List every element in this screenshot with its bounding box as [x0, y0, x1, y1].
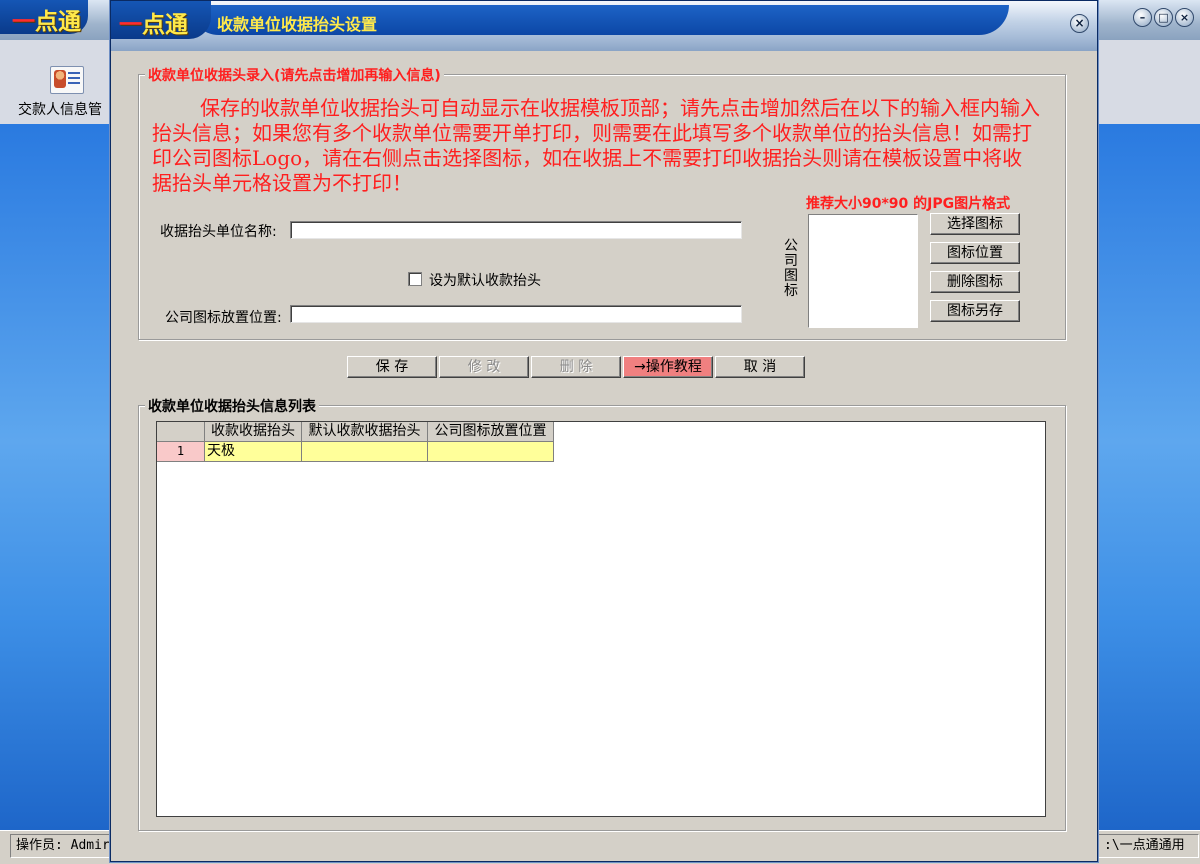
status-operator: 操作员: Admir [10, 834, 111, 858]
save-button[interactable]: 保 存 [347, 356, 437, 378]
dialog-brand-text: 一点通 [119, 5, 188, 39]
restore-icon[interactable]: □ [1154, 8, 1173, 27]
person-card-icon[interactable] [50, 66, 84, 94]
logo-position-button[interactable]: 图标位置 [930, 242, 1020, 264]
delete-logo-button[interactable]: 删除图标 [930, 271, 1020, 293]
list-group-legend: 收款单位收据抬头信息列表 [145, 396, 319, 416]
intro-text: 保存的收款单位收据抬头可自动显示在收据模板顶部；请先点击增加然后在以下的输入框内… [152, 96, 1040, 195]
grid-header-default[interactable]: 默认收款收据抬头 [302, 422, 428, 442]
logo-position-input[interactable] [290, 305, 742, 323]
close-icon[interactable]: × [1070, 14, 1089, 33]
status-path: :\一点通通用 [1098, 834, 1199, 858]
table-cell-logo-position[interactable] [428, 442, 554, 462]
tutorial-button[interactable]: →操作教程 [623, 356, 713, 378]
main-brand-text: 一点通 [12, 2, 81, 36]
logo-label: 公司图标 [784, 238, 798, 299]
name-label: 收据抬头单位名称: [160, 224, 277, 240]
default-checkbox-label[interactable]: 设为默认收款抬头 [429, 270, 541, 290]
table-cell-default[interactable] [302, 442, 428, 462]
close-icon[interactable]: × [1175, 8, 1194, 27]
main-window-controls: – □ × [1133, 8, 1194, 27]
logo-position-label: 公司图标放置位置: [165, 310, 282, 326]
dialog-title-bar[interactable]: 一点通 收款单位收据抬头设置 × [111, 1, 1097, 51]
delete-button[interactable]: 删 除 [531, 356, 621, 378]
table-cell-header[interactable]: 天极 [205, 442, 302, 462]
grid-header-rownum [157, 422, 205, 442]
modify-button[interactable]: 修 改 [439, 356, 529, 378]
select-logo-button[interactable]: 选择图标 [930, 213, 1020, 235]
brand-yellow-text: 点通 [35, 9, 81, 35]
dialog-brand-logo: 一点通 [111, 1, 211, 39]
cancel-button[interactable]: 取 消 [715, 356, 805, 378]
dialog-title: 收款单位收据抬头设置 [217, 15, 378, 34]
grid-header-logo-position[interactable]: 公司图标放置位置 [428, 422, 554, 442]
brand-red-text: 一 [12, 9, 35, 35]
logo-preview[interactable] [808, 214, 918, 328]
name-input[interactable] [290, 221, 742, 239]
header-list-grid[interactable]: 收款收据抬头 默认收款收据抬头 公司图标放置位置 1 天极 [156, 421, 1046, 817]
grid-header-receipt-header[interactable]: 收款收据抬头 [205, 422, 302, 442]
entry-group-legend: 收款单位收据头录入(请先点击增加再输入信息) [145, 65, 444, 85]
logo-size-hint: 推荐大小90*90 的JPG图片格式 [806, 196, 1011, 212]
minimize-icon[interactable]: – [1133, 8, 1152, 27]
brand-red-text: 一 [119, 12, 142, 38]
save-logo-as-button[interactable]: 图标另存 [930, 300, 1020, 322]
table-row-number[interactable]: 1 [157, 442, 205, 462]
toolbar-item-payer-info[interactable]: 交款人信息管 [18, 99, 110, 119]
main-brand-logo: 一点通 [0, 0, 88, 36]
brand-yellow-text: 点通 [142, 12, 188, 38]
default-checkbox[interactable] [408, 272, 422, 286]
